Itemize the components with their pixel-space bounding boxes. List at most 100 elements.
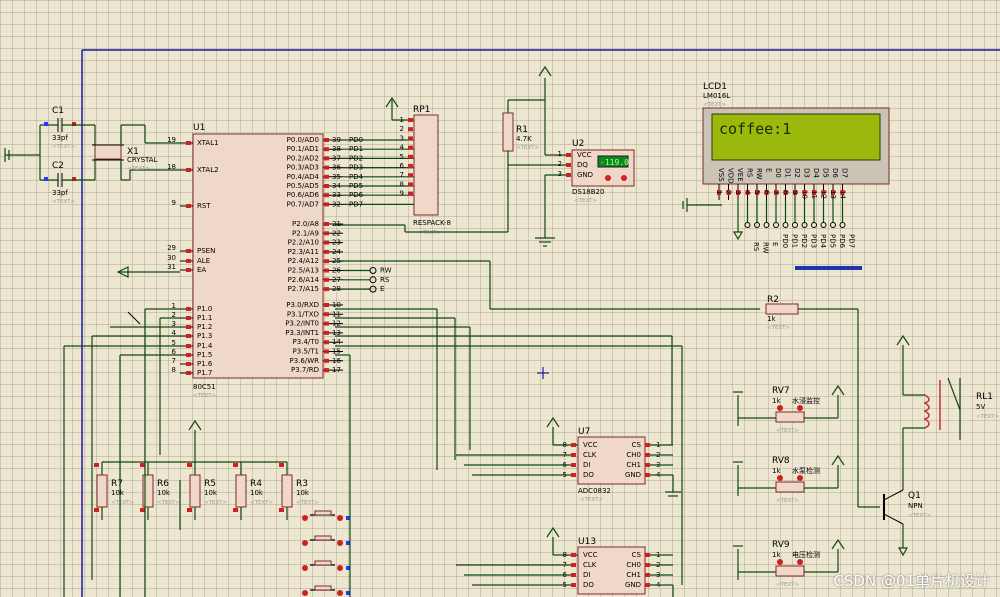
pullup-resistor-network[interactable]: R710k<TEXT>R610k<TEXT>R510k<TEXT>R410k<T… <box>94 419 350 597</box>
lcd1-text: <TEXT> <box>703 102 726 108</box>
resistor-ref: R4 <box>250 479 262 489</box>
adc-ref: U13 <box>578 537 596 547</box>
u1-pin-name: ALE <box>197 257 210 265</box>
adc-pin-name: VCC <box>583 551 598 559</box>
u1-pin-name: P2.6/A14 <box>288 276 320 284</box>
p0-net-label: PD1 <box>349 145 363 153</box>
adc-pin-name: GND <box>625 471 641 479</box>
rp1-text: <TEXT> <box>418 230 441 236</box>
resistor-text: <TEXT> <box>250 500 273 506</box>
vcc-arrow-icon <box>538 65 552 77</box>
adc-pin-name: CLK <box>583 451 597 459</box>
lcd1-pin-name: D2 <box>793 168 801 178</box>
resistor-value: 10k <box>204 489 218 497</box>
u2-part: DS18B20 <box>572 188 604 196</box>
rp1-part: RESPACK-8 <box>413 219 451 227</box>
pot-text: <TEXT> <box>776 428 799 434</box>
adc-part: ADC0832 <box>578 487 611 495</box>
u2-text: <TEXT> <box>574 198 597 204</box>
lcd1-data-net: PD7 <box>848 234 856 248</box>
c2-ref: C2 <box>52 161 64 171</box>
lcd1-pin-num: 1 <box>715 190 723 194</box>
u1-pin-num: 37 <box>332 154 341 162</box>
r2-ref: R2 <box>767 295 779 305</box>
q1-ref: Q1 <box>908 491 921 501</box>
u1-pin-name: P3.4/T0 <box>293 338 319 346</box>
rp1-pin-num: 6 <box>400 162 405 170</box>
adc-pin-name: CLK <box>583 561 597 569</box>
u1-pin-num: 28 <box>332 285 341 293</box>
u1-pin-name: P1.6 <box>197 360 213 368</box>
c1-value: 33pf <box>52 134 68 142</box>
pot-label: 水浸监控 <box>792 396 820 405</box>
u2-pin-name: GND <box>577 171 593 179</box>
u1-pin-num: 10 <box>332 301 341 309</box>
u1-pin-name: XTAL1 <box>197 139 219 147</box>
c1-text: <TEXT> <box>52 144 75 150</box>
lcd1-pin-name: D1 <box>784 168 792 178</box>
q1-gnd-icon <box>897 547 909 557</box>
u1-pin-num: 36 <box>332 164 341 172</box>
u1-microcontroller[interactable]: U1 80C51 <TEXT> 19 XTAL1 18 XTAL2 9 RST 29 PSEN… <box>167 123 343 399</box>
u1-pin-num: 15 <box>332 348 341 356</box>
rp1-pin-num: 1 <box>400 116 404 124</box>
lcd1-display[interactable]: coffee:1 LCD1 LM016L <TEXT> VSS 1 VDD 2 VEE 3… <box>682 82 890 270</box>
resistor-value: 10k <box>250 489 264 497</box>
q1-part: NPN <box>908 502 923 510</box>
u1-pin-num: 35 <box>332 173 341 181</box>
u1-pin-num: 32 <box>332 200 341 208</box>
rl1-text: <TEXT> <box>976 414 999 420</box>
p2-net-label: E <box>380 285 384 293</box>
lcd1-pin-num: 7 <box>772 190 780 194</box>
p0-net-label: PD5 <box>349 182 363 190</box>
p0-net-label: PD7 <box>349 200 363 208</box>
c2-value: 33pf <box>52 189 68 197</box>
u1-pin-name: P1.1 <box>197 314 212 322</box>
resistor-ref: R7 <box>111 479 123 489</box>
crystal-circuit[interactable]: C1 33pf <TEXT> C2 33pf <TEXT> X1 CRYSTAL… <box>4 106 180 205</box>
temperature-sensor-circuit[interactable]: R1 4.7K <TEXT> -119.0 1 VCC 2 DQ 3 GND U2 DS1… <box>335 65 635 247</box>
u1-pin-name: P0.6/AD6 <box>287 191 320 199</box>
lcd1-pin-num: 14 <box>839 190 847 199</box>
adc-pin-name: VCC <box>583 441 598 449</box>
u1-pin-name: EA <box>197 266 206 274</box>
u1-pin-name: P2.4/A12 <box>288 257 319 265</box>
c1-ref: C1 <box>52 106 64 116</box>
u1-pin-name: P3.2/INT0 <box>285 320 319 328</box>
u1-pin-name: P3.6/WR <box>290 357 320 365</box>
resistor-ref: R6 <box>157 479 169 489</box>
pot-value: 1k <box>772 467 781 475</box>
lcd1-pin-name: D0 <box>774 168 782 178</box>
adc-chips[interactable]: U7ADC0832<TEXT>8 VCC7 CLK6 DI5 DO1CS2CH03CH1… <box>456 416 681 597</box>
u1-pin-name: PSEN <box>197 247 215 255</box>
schematic-svg[interactable]: C1 33pf <TEXT> C2 33pf <TEXT> X1 CRYSTAL… <box>0 0 1000 597</box>
rp1-pin-num: 5 <box>400 153 404 161</box>
r2-value: 1k <box>767 315 776 323</box>
relay-driver-circuit[interactable]: R2 1k <TEXT> RL1 5V <TEXT> Q1 NPN <TEXT> <box>335 260 999 557</box>
u1-pin-name: P3.0/RXD <box>286 301 319 309</box>
u1-pin-name: P1.3 <box>197 332 212 340</box>
u1-part: 80C51 <box>193 383 216 391</box>
pot-ref: RV7 <box>772 386 790 396</box>
lcd1-pin-num: 10 <box>801 190 809 199</box>
u2-ref: U2 <box>572 139 584 149</box>
adc-pin-name: DI <box>583 571 590 579</box>
u1-pin-name: P0.5/AD5 <box>287 182 319 190</box>
u1-pin-num: 22 <box>332 229 341 237</box>
u1-pin-num: 11 <box>332 310 341 318</box>
schematic-canvas[interactable]: C1 33pf <TEXT> C2 33pf <TEXT> X1 CRYSTAL… <box>0 0 1000 597</box>
potentiometers[interactable]: RV71k 水浸监控<TEXT>RV81k 水泵检测<TEXT>RV91k 电压检测<… <box>733 384 845 588</box>
u1-pin-name: P3.3/INT1 <box>285 329 319 337</box>
u1-pin-num: 19 <box>167 136 176 144</box>
pot-label: 电压检测 <box>792 550 820 559</box>
p0-net-label: PD6 <box>349 191 364 199</box>
lcd1-pin-name: D4 <box>812 168 820 178</box>
resistor-value: 10k <box>111 489 125 497</box>
u1-pin-num: 21 <box>332 220 341 228</box>
lcd1-ctrl-net: RW <box>762 242 770 254</box>
u1-pin-name: P2.3/A11 <box>288 248 319 256</box>
lcd1-screen-text: coffee:1 <box>719 120 791 138</box>
rl1-ref: RL1 <box>976 392 993 402</box>
u1-pin-name: P3.7/RD <box>291 366 319 374</box>
rl1-value: 5V <box>976 403 985 411</box>
